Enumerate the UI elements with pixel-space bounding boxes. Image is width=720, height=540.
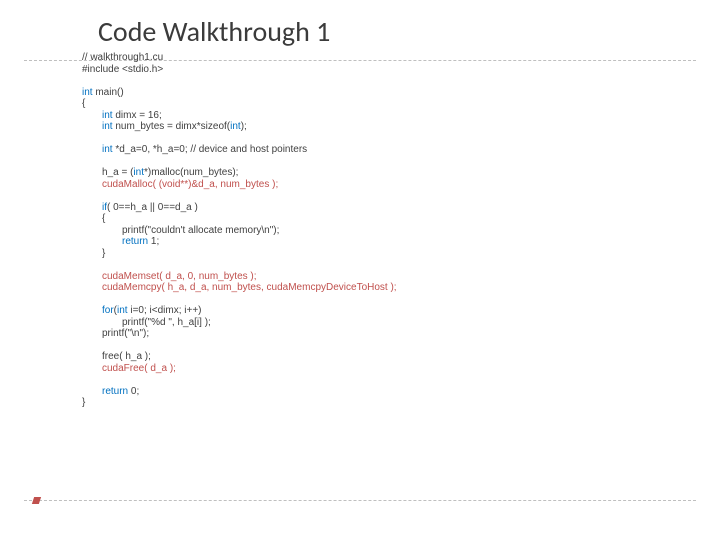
code-text: h_a = ( — [102, 167, 133, 178]
keyword-int: int — [117, 305, 128, 316]
keyword-for: for — [102, 305, 114, 316]
keyword-int: int — [102, 121, 113, 132]
keyword-return: return — [102, 386, 128, 397]
code-text: i=0; i<dimx; i++) — [128, 305, 202, 316]
code-line: free( h_a ); — [102, 351, 151, 363]
code-line: printf("%d ", h_a[i] ); — [122, 317, 211, 329]
slide: Code Walkthrough 1 // walkthrough1.cu #i… — [0, 0, 720, 540]
keyword-int: int — [102, 144, 113, 155]
keyword-int: int — [133, 167, 144, 178]
keyword-int: int — [102, 110, 113, 121]
divider-bottom — [24, 500, 696, 501]
code-text: ); — [241, 121, 247, 132]
code-line: cudaFree( d_a ); — [102, 363, 176, 375]
code-text: *)malloc(num_bytes); — [144, 167, 238, 178]
code-text: cudaMalloc( ( — [102, 179, 162, 190]
keyword-void: void — [162, 179, 180, 190]
code-text: **)&d_a, num_bytes ); — [180, 179, 278, 190]
slide-marker-icon — [32, 497, 41, 504]
code-text: num_bytes = dimx*sizeof( — [113, 121, 231, 132]
code-line: cudaMemset( d_a, 0, num_bytes ); — [102, 271, 257, 283]
code-line: printf("couldn't allocate memory\n"); — [122, 225, 279, 237]
code-line: cudaMemcpy( h_a, d_a, num_bytes, cudaMem… — [102, 282, 397, 294]
code-line: { — [102, 213, 105, 225]
code-line: #include <stdio.h> — [82, 64, 163, 75]
code-text: *d_a=0, *h_a=0; // device and host point… — [113, 144, 308, 155]
code-block: // walkthrough1.cu #include <stdio.h> in… — [82, 52, 397, 409]
code-text: ( 0==h_a || 0==d_a ) — [107, 202, 198, 213]
slide-title: Code Walkthrough 1 — [98, 14, 330, 49]
code-line: } — [102, 248, 105, 260]
keyword-int: int — [230, 121, 241, 132]
code-line: printf("\n"); — [102, 328, 149, 340]
code-line: // walkthrough1.cu — [82, 52, 163, 63]
code-text: 0; — [128, 386, 139, 397]
code-line: { — [82, 98, 85, 109]
code-text: dimx = 16; — [113, 110, 162, 121]
code-text: 1; — [148, 236, 159, 247]
keyword-return: return — [122, 236, 148, 247]
code-line: } — [82, 397, 85, 408]
code-text: main() — [93, 87, 124, 98]
keyword-int: int — [82, 87, 93, 98]
